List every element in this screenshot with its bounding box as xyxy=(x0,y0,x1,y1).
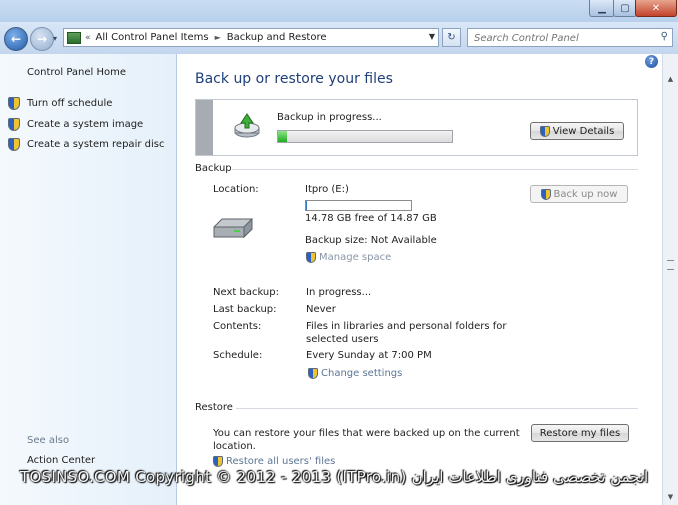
schedule-value: Every Sunday at 7:00 PM xyxy=(306,350,432,361)
uac-shield-icon xyxy=(213,456,223,467)
backup-progress-bar xyxy=(277,130,453,143)
scroll-down-icon[interactable]: ▼ xyxy=(663,489,678,505)
scroll-up-icon[interactable]: ▲ xyxy=(663,71,678,87)
left-pane: Control Panel Home Turn off schedule Cre… xyxy=(0,54,177,505)
task-label: Turn off schedule xyxy=(27,98,113,109)
action-center-link[interactable]: Action Center xyxy=(27,455,95,466)
search-input[interactable] xyxy=(472,29,656,47)
address-dropdown-icon[interactable]: ▼ xyxy=(429,32,435,41)
backup-progress-panel: Backup in progress... View Details xyxy=(195,99,638,156)
restore-section-header: Restore xyxy=(195,402,233,413)
contents-value-line1: Files in libraries and personal folders … xyxy=(306,321,507,332)
uac-shield-icon xyxy=(539,125,550,137)
uac-shield-icon xyxy=(8,97,20,110)
address-bar[interactable]: « All Control Panel Items ► Backup and R… xyxy=(63,28,439,47)
manage-space-label: Manage space xyxy=(319,252,392,263)
close-icon: ✕ xyxy=(651,2,661,14)
scroll-grip[interactable] xyxy=(667,260,674,270)
restore-my-files-button[interactable]: Restore my files xyxy=(531,424,629,442)
view-details-button[interactable]: View Details xyxy=(530,122,624,140)
copyright-watermark: TOSINSO.COM Copyright © 2012 - 2013 (ITP… xyxy=(20,468,649,486)
restore-all-users-label: Restore all users' files xyxy=(226,456,336,467)
title-bar: ▁ ▢ ✕ xyxy=(0,0,678,22)
last-backup-label: Last backup: xyxy=(213,304,277,315)
vertical-scrollbar[interactable]: ▲ ▼ xyxy=(662,54,678,505)
restore-text-line1: You can restore your files that were bac… xyxy=(213,428,520,439)
backup-icon xyxy=(234,113,260,138)
breadcrumb-all-control-panel-items[interactable]: All Control Panel Items xyxy=(96,32,209,43)
backup-section-divider xyxy=(232,169,638,170)
free-space-text: 14.78 GB free of 14.87 GB xyxy=(305,213,437,224)
schedule-label: Schedule: xyxy=(213,350,263,361)
task-label: Create a system image xyxy=(27,119,144,130)
view-details-label: View Details xyxy=(552,125,615,137)
task-label: Create a system repair disc xyxy=(27,139,165,150)
minimize-icon: ▁ xyxy=(598,2,606,14)
maximize-icon: ▢ xyxy=(620,2,630,14)
control-panel-home-link[interactable]: Control Panel Home xyxy=(27,67,126,78)
contents-value-line2: selected users xyxy=(306,334,379,345)
uac-shield-icon xyxy=(540,188,551,200)
back-up-now-button[interactable]: Back up now xyxy=(530,185,628,203)
panel-stripe xyxy=(196,100,213,155)
back-up-now-label: Back up now xyxy=(553,188,618,200)
uac-shield-icon xyxy=(8,138,20,151)
drive-usage-fill xyxy=(306,201,308,210)
restore-section-divider xyxy=(236,408,638,409)
task-create-system-image[interactable]: Create a system image xyxy=(8,118,143,131)
task-create-system-repair-disc[interactable]: Create a system repair disc xyxy=(8,138,164,151)
close-button[interactable]: ✕ xyxy=(635,0,677,17)
breadcrumb-backup-and-restore[interactable]: Backup and Restore xyxy=(227,32,327,43)
change-settings-label: Change settings xyxy=(321,368,403,379)
address-overflow-icon[interactable]: « xyxy=(85,33,91,43)
help-icon[interactable]: ? xyxy=(645,55,658,68)
search-box[interactable]: ⚲ xyxy=(467,28,673,47)
navigation-bar: ← → ▾ « All Control Panel Items ► Backup… xyxy=(0,22,678,54)
uac-shield-icon xyxy=(308,368,318,379)
minimize-button[interactable]: ▁ xyxy=(589,0,615,17)
change-settings-link[interactable]: Change settings xyxy=(308,368,402,379)
restore-all-users-link[interactable]: Restore all users' files xyxy=(213,456,335,467)
refresh-button[interactable]: ↻ xyxy=(442,28,461,47)
last-backup-value: Never xyxy=(306,304,336,315)
breadcrumb-separator-icon[interactable]: ► xyxy=(215,33,221,42)
maximize-button[interactable]: ▢ xyxy=(613,0,637,17)
next-backup-label: Next backup: xyxy=(213,287,279,298)
control-panel-icon xyxy=(67,31,81,44)
see-also-heading: See also xyxy=(27,435,70,446)
uac-shield-icon xyxy=(8,118,20,131)
page-title: Back up or restore your files xyxy=(195,71,393,87)
backup-progress-fill xyxy=(278,131,287,142)
location-value: Itpro (E:) xyxy=(305,184,349,195)
history-dropdown-icon[interactable]: ▾ xyxy=(53,34,57,43)
refresh-icon: ↻ xyxy=(447,32,456,43)
backup-section-header: Backup xyxy=(195,163,232,174)
manage-space-link[interactable]: Manage space xyxy=(306,252,391,263)
forward-arrow-icon: → xyxy=(36,32,48,46)
drive-usage-bar xyxy=(305,200,412,211)
drive-icon xyxy=(213,217,253,239)
next-backup-value: In progress... xyxy=(306,287,372,298)
forward-button[interactable]: → xyxy=(30,27,54,51)
contents-label: Contents: xyxy=(213,321,262,332)
task-turn-off-schedule[interactable]: Turn off schedule xyxy=(8,97,112,110)
backup-status-text: Backup in progress... xyxy=(277,112,382,123)
backup-size-text: Backup size: Not Available xyxy=(305,235,437,246)
back-button[interactable]: ← xyxy=(4,27,28,51)
search-icon[interactable]: ⚲ xyxy=(661,31,668,42)
uac-shield-icon xyxy=(306,252,316,263)
location-label: Location: xyxy=(213,184,259,195)
restore-text-line2: location. xyxy=(213,441,256,452)
back-arrow-icon: ← xyxy=(10,32,22,46)
restore-my-files-label: Restore my files xyxy=(539,427,621,439)
